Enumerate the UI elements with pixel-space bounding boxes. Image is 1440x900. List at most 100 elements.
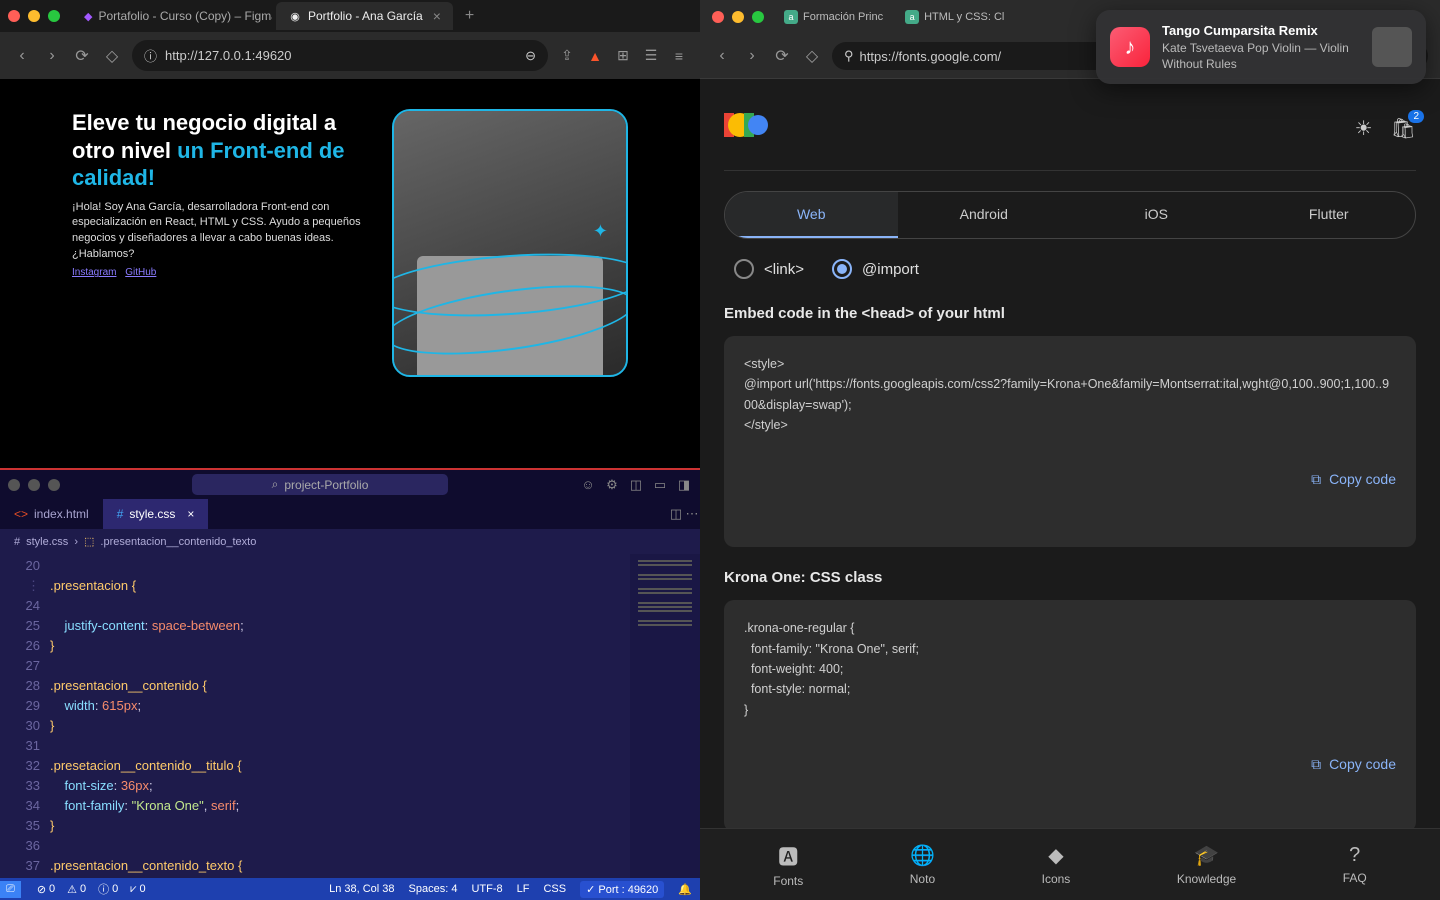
minimap[interactable] — [630, 554, 700, 878]
window-dot — [8, 479, 20, 491]
tune-icon[interactable]: ⚲ — [844, 48, 854, 64]
tab-label: Portafolio - Curso (Copy) – Figma — [98, 9, 272, 23]
fonts-icon: 🅰 — [778, 841, 798, 870]
browser-tab-portfolio[interactable]: ◉ Portfolio - Ana García × — [276, 2, 453, 30]
code-content[interactable]: .presentacion { justify-content: space-b… — [50, 554, 630, 878]
tab-index-html[interactable]: <> index.html — [0, 499, 103, 529]
more-icon[interactable]: ⋯ — [684, 506, 700, 522]
errors-count[interactable]: ⊘ 0 — [37, 883, 55, 896]
html-icon: <> — [14, 507, 28, 521]
album-art — [1372, 27, 1412, 67]
alura-icon: a — [905, 10, 919, 24]
command-center[interactable]: ⌕ project-Portfolio — [192, 474, 449, 495]
instagram-link[interactable]: Instagram — [72, 267, 116, 278]
copy-code-button[interactable]: ⧉Copy code — [744, 754, 1396, 776]
embed-method-radios: <link> @import — [724, 239, 1416, 299]
forward-icon[interactable]: › — [42, 46, 62, 66]
github-link[interactable]: GitHub — [125, 267, 156, 278]
theme-toggle-icon[interactable]: ☀ — [1355, 116, 1373, 141]
close-tab-icon[interactable]: × — [187, 507, 194, 521]
encoding[interactable]: UTF-8 — [471, 883, 502, 895]
close-window-icon[interactable] — [8, 10, 20, 22]
notifications-icon[interactable]: 🔔 — [678, 883, 692, 896]
url-text: http://127.0.0.1:49620 — [165, 48, 517, 63]
new-tab-button[interactable]: + — [457, 7, 482, 25]
breadcrumb[interactable]: # style.css › ⬚ .presentacion__contenido… — [0, 529, 700, 554]
knowledge-icon: 🎓 — [1194, 843, 1219, 868]
minimize-window-icon[interactable] — [28, 10, 40, 22]
status-bar: ⎚ ⊘ 0 ⚠ 0 ⓘ 0 ⩗ 0 Ln 38, Col 38 Spaces: … — [0, 878, 700, 900]
indent-setting[interactable]: Spaces: 4 — [409, 883, 458, 895]
bookmark-icon[interactable]: ◇ — [802, 46, 822, 66]
hero-heading: Eleve tu negocio digital a otro nivel un… — [72, 109, 372, 192]
copy-icon: ⧉ — [1311, 754, 1321, 776]
share-icon[interactable]: ⇪ — [558, 47, 576, 65]
browser-tab[interactable]: aFormación Princ — [774, 4, 893, 30]
ports-count[interactable]: ⩗ 0 — [130, 883, 145, 896]
music-notification[interactable]: ♪ Tango Cumparsita Remix Kate Tsvetaeva … — [1096, 10, 1426, 84]
section-heading: Embed code in the <head> of your html — [724, 305, 1416, 322]
faq-icon: ? — [1349, 844, 1360, 867]
zoom-icon[interactable]: ⊖ — [525, 48, 536, 64]
shopping-bag-icon[interactable]: 🛍2 — [1391, 116, 1416, 141]
nav-icons[interactable]: ◆Icons — [1042, 843, 1071, 886]
page-icon: ◉ — [288, 9, 302, 23]
tab-style-css[interactable]: # style.css × — [103, 499, 209, 529]
info-count[interactable]: ⓘ 0 — [98, 881, 118, 897]
nav-noto[interactable]: 🌐Noto — [910, 843, 935, 886]
code-area[interactable]: 20⋮242526272829303132333435363738 .prese… — [0, 554, 700, 878]
icons-icon: ◆ — [1048, 843, 1063, 868]
tab-web[interactable]: Web — [725, 192, 898, 238]
section-heading: Krona One: CSS class — [724, 569, 1416, 586]
window-dot — [28, 479, 40, 491]
nav-knowledge[interactable]: 🎓Knowledge — [1177, 843, 1236, 886]
accounts-icon[interactable]: ☺ — [580, 477, 596, 493]
sidebar-icon[interactable]: ◨ — [676, 477, 692, 493]
warnings-count[interactable]: ⚠ 0 — [67, 883, 86, 896]
browser-tab-figma[interactable]: ◆ Portafolio - Curso (Copy) – Figma — [72, 3, 272, 29]
google-fonts-logo[interactable] — [724, 107, 768, 150]
bookmark-icon[interactable]: ◇ — [102, 46, 122, 66]
radio-link[interactable]: <link> — [734, 259, 804, 279]
embed-code-block[interactable]: <style> @import url('https://fonts.googl… — [724, 336, 1416, 547]
address-bar[interactable]: ⓘ http://127.0.0.1:49620 ⊖ — [132, 40, 548, 71]
forward-icon[interactable]: › — [742, 46, 762, 66]
brave-icon[interactable]: ▲ — [586, 47, 604, 65]
vscode-editor: ⌕ project-Portfolio ☺ ⚙ ◫ ▭ ◨ <> index.h… — [0, 468, 700, 900]
tab-flutter[interactable]: Flutter — [1243, 192, 1416, 238]
settings-icon[interactable]: ⚙ — [604, 477, 620, 493]
layout-icon[interactable]: ◫ — [628, 477, 644, 493]
close-tab-icon[interactable]: × — [433, 8, 441, 24]
back-icon[interactable]: ‹ — [12, 46, 32, 66]
reload-icon[interactable]: ⟳ — [72, 46, 92, 66]
chevron-icon: › — [74, 536, 78, 548]
maximize-window-icon[interactable] — [752, 11, 764, 23]
menu-icon[interactable]: ≡ — [670, 47, 688, 65]
extensions-icon[interactable]: ⊞ — [614, 47, 632, 65]
split-icon[interactable]: ◫ — [668, 506, 684, 522]
copy-code-button[interactable]: ⧉Copy code — [744, 469, 1396, 491]
nav-faq[interactable]: ?FAQ — [1343, 844, 1367, 885]
css-class-block[interactable]: .krona-one-regular { font-family: "Krona… — [724, 600, 1416, 828]
track-artist: Kate Tsvetaeva Pop Violin — Violin Witho… — [1162, 40, 1360, 72]
back-icon[interactable]: ‹ — [712, 46, 732, 66]
site-info-icon[interactable]: ⓘ — [144, 46, 157, 65]
cursor-position[interactable]: Ln 38, Col 38 — [329, 883, 394, 895]
maximize-window-icon[interactable] — [48, 10, 60, 22]
language-mode[interactable]: CSS — [543, 883, 566, 895]
nav-fonts[interactable]: 🅰Fonts — [773, 841, 803, 888]
profile-icon[interactable]: ☰ — [642, 47, 660, 65]
reload-icon[interactable]: ⟳ — [772, 46, 792, 66]
apple-music-icon: ♪ — [1110, 27, 1150, 67]
browser-tab[interactable]: aHTML y CSS: Cl — [895, 4, 1014, 30]
window-dot — [48, 479, 60, 491]
eol[interactable]: LF — [517, 883, 530, 895]
tab-ios[interactable]: iOS — [1070, 192, 1243, 238]
radio-import[interactable]: @import — [832, 259, 919, 279]
close-window-icon[interactable] — [712, 11, 724, 23]
panel-icon[interactable]: ▭ — [652, 477, 668, 493]
minimize-window-icon[interactable] — [732, 11, 744, 23]
tab-android[interactable]: Android — [898, 192, 1071, 238]
live-server-port[interactable]: ✓ Port : 49620 — [580, 881, 664, 898]
remote-icon[interactable]: ⎚ — [0, 881, 21, 898]
